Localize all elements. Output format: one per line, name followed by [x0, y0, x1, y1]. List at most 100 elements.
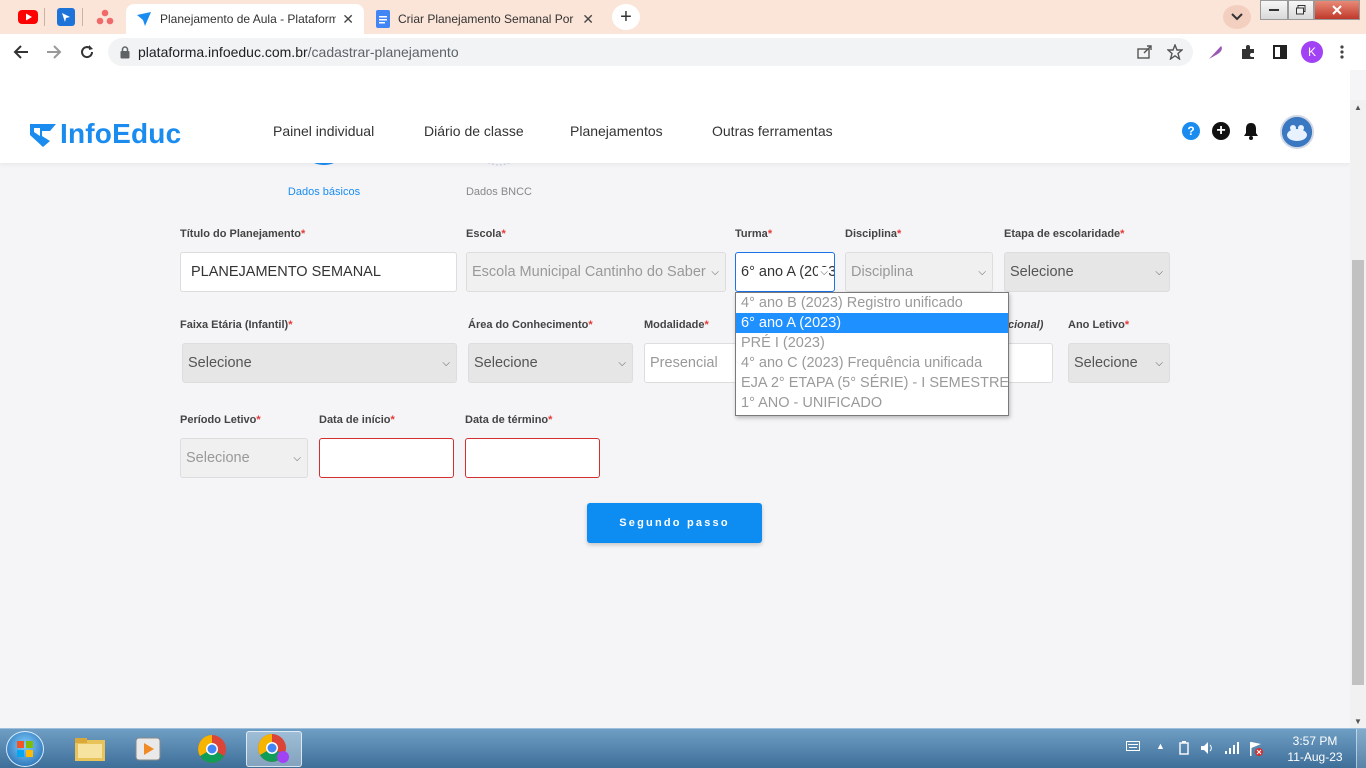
scroll-up-icon[interactable]: ▲: [1350, 100, 1366, 114]
etapa-select[interactable]: Selecione ⌵: [1004, 252, 1170, 292]
label-turma: Turma*: [735, 228, 773, 240]
label-titulo: Título do Planejamento*: [180, 228, 306, 240]
tab-close-icon[interactable]: ✕: [342, 11, 354, 28]
ano-letivo-select[interactable]: Selecione ⌵: [1068, 343, 1170, 383]
modalidade-value: Presencial: [650, 355, 718, 371]
turma-option[interactable]: 4° ano B (2023) Registro unificado: [736, 293, 1008, 313]
show-hidden-icons-icon[interactable]: ▲: [1156, 741, 1165, 751]
faixa-etaria-select[interactable]: Selecione ⌵: [182, 343, 457, 383]
media-player-icon[interactable]: [120, 731, 176, 767]
nav-planejamentos[interactable]: Planejamentos: [570, 123, 663, 139]
infoeduc-logo-icon: [30, 124, 56, 147]
chrome-profile-active-icon[interactable]: [246, 731, 302, 767]
page-scrollbar[interactable]: ▲ ▼: [1350, 100, 1366, 728]
help-icon[interactable]: ?: [1182, 122, 1200, 140]
chevron-down-icon: ⌵: [978, 267, 986, 278]
kebab-menu-icon[interactable]: [1335, 42, 1349, 62]
keyboard-tray-icon[interactable]: [1126, 741, 1140, 754]
titulo-input[interactable]: PLANEJAMENTO SEMANAL: [180, 252, 457, 292]
label-disciplina: Disciplina*: [845, 228, 902, 240]
label-data-inicio: Data de início*: [319, 414, 395, 426]
restore-icon[interactable]: [1288, 0, 1314, 20]
nav-diario-de-classe[interactable]: Diário de classe: [424, 123, 524, 139]
turma-option[interactable]: 1° ANO - UNIFICADO: [736, 393, 1008, 413]
file-explorer-icon[interactable]: [62, 731, 118, 767]
minimize-icon[interactable]: [1260, 0, 1288, 20]
scroll-down-icon[interactable]: ▼: [1350, 714, 1366, 728]
pinned-tab-asana[interactable]: [91, 6, 119, 28]
profile-avatar[interactable]: K: [1301, 41, 1323, 63]
address-bar[interactable]: plataforma.infoeduc.com.br/cadastrar-pla…: [108, 38, 1193, 66]
turma-option[interactable]: PRÉ I (2023): [736, 333, 1008, 353]
blue-app-icon: [57, 8, 75, 26]
windows-start-icon[interactable]: [6, 731, 44, 767]
escola-select[interactable]: Escola Municipal Cantinho do Saber ⌵: [466, 252, 726, 292]
area-select[interactable]: Selecione ⌵: [468, 343, 633, 383]
power-tray-icon[interactable]: [1178, 741, 1190, 758]
browser-tab-strip: Planejamento de Aula - Plataform ✕ Criar…: [0, 0, 1366, 34]
nav-painel-individual[interactable]: Painel individual: [273, 123, 374, 139]
ano-letivo-value: Selecione: [1074, 355, 1138, 371]
asana-icon: [96, 9, 114, 25]
label-data-termino: Data de término*: [465, 414, 553, 426]
forward-arrow-icon[interactable]: [42, 40, 66, 64]
user-avatar[interactable]: [1280, 115, 1314, 149]
segundo-passo-button[interactable]: Segundo passo: [587, 503, 762, 543]
window-close-icon[interactable]: [1314, 0, 1360, 20]
step-label: Dados BNCC: [465, 186, 533, 198]
tab-search-chevron-icon[interactable]: [1223, 5, 1251, 29]
escola-value: Escola Municipal Cantinho do Saber: [472, 264, 706, 280]
browser-toolbar: plataforma.infoeduc.com.br/cadastrar-pla…: [0, 34, 1366, 70]
turma-option[interactable]: EJA 2° ETAPA (5° SÉRIE) - I SEMESTRE: [736, 373, 1008, 393]
new-tab-button[interactable]: +: [612, 4, 640, 30]
tab-planejamento-aula[interactable]: Planejamento de Aula - Plataform ✕: [126, 4, 364, 34]
notification-bell-icon[interactable]: [1242, 122, 1260, 140]
step-label: Dados básicos: [287, 186, 361, 198]
tab-criar-planejamento[interactable]: Criar Planejamento Semanal Por Ha ✕: [366, 4, 604, 34]
google-docs-icon: [376, 10, 390, 28]
modalidade-select[interactable]: Presencial: [644, 343, 739, 383]
chevron-down-icon: ⌵: [618, 358, 626, 369]
volume-tray-icon[interactable]: [1200, 741, 1216, 758]
system-clock[interactable]: 3:57 PM 11-Aug-23: [1280, 733, 1350, 765]
disciplina-select[interactable]: Disciplina ⌵: [845, 252, 993, 292]
add-icon[interactable]: +: [1212, 122, 1230, 140]
back-arrow-icon[interactable]: [9, 40, 33, 64]
turma-option[interactable]: 4° ano C (2023) Frequência unificada: [736, 353, 1008, 373]
label-periodo: Período Letivo*: [180, 414, 261, 426]
show-desktop-button[interactable]: [1356, 729, 1366, 768]
share-icon[interactable]: [1137, 45, 1153, 59]
tab-close-icon[interactable]: ✕: [582, 11, 594, 28]
scrollbar-thumb[interactable]: [1352, 260, 1364, 685]
turma-select[interactable]: 6° ano A (2023) ⌵: [735, 252, 835, 292]
disciplina-value: Disciplina: [851, 264, 914, 280]
chevron-down-icon: ⌵: [293, 453, 301, 464]
url-host: plataforma.infoeduc.com.br: [138, 44, 308, 60]
avatar-image-icon: [1282, 117, 1312, 147]
url-path: /cadastrar-planejamento: [307, 44, 459, 60]
network-signal-icon[interactable]: [1224, 741, 1240, 758]
periodo-select[interactable]: Selecione ⌵: [180, 438, 308, 478]
chrome-icon[interactable]: [184, 731, 240, 767]
extensions-puzzle-icon[interactable]: [1238, 42, 1258, 62]
label-ano-letivo: Ano Letivo*: [1068, 319, 1130, 331]
action-center-flag-icon[interactable]: [1248, 741, 1264, 760]
turma-dropdown-list: 4° ano B (2023) Registro unificado 6° an…: [735, 292, 1009, 416]
data-inicio-input[interactable]: [319, 438, 454, 478]
label-escola: Escola*: [466, 228, 506, 240]
infoeduc-logo[interactable]: InfoEduc: [30, 118, 181, 150]
turma-option-selected[interactable]: 6° ano A (2023): [736, 313, 1008, 333]
youtube-icon: [18, 10, 38, 24]
page-viewport: Dados básicos Dados BNCC InfoEduc Painel…: [0, 70, 1366, 728]
pinned-tab-youtube[interactable]: [14, 6, 42, 28]
side-panel-icon[interactable]: [1270, 42, 1290, 62]
data-termino-input[interactable]: [465, 438, 600, 478]
infoeduc-favicon-icon: [137, 12, 151, 26]
pinned-tab-app[interactable]: [52, 6, 80, 28]
feather-extension-icon[interactable]: [1206, 42, 1226, 62]
site-header: InfoEduc Painel individual Diário de cla…: [0, 102, 1350, 163]
bookmark-star-icon[interactable]: [1167, 44, 1183, 60]
windows-taskbar: ▲ 3:57 PM 11-Aug-23: [0, 728, 1366, 768]
nav-outras-ferramentas[interactable]: Outras ferramentas: [712, 123, 833, 139]
reload-icon[interactable]: [75, 40, 99, 64]
